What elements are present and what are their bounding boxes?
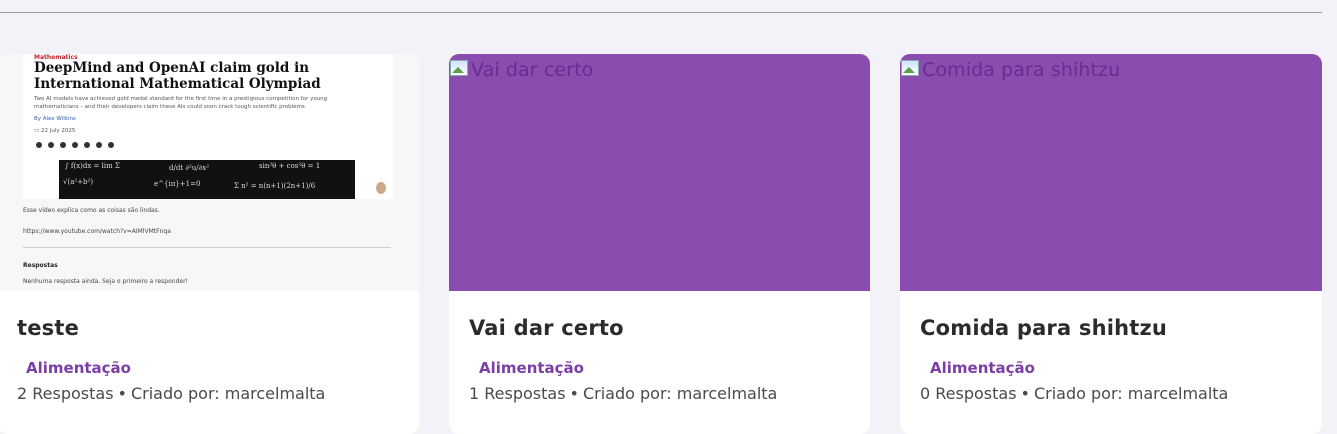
empty-responses: Nenhuma resposta ainda. Seja o primeiro …: [23, 278, 188, 285]
reddit-icon: [84, 142, 90, 148]
image-alt-text: Vai dar certo: [471, 59, 594, 81]
calendar-icon: ▭: [34, 128, 41, 134]
avatar: [376, 182, 386, 194]
responses-count: 0 Respostas: [920, 384, 1017, 403]
topic-image[interactable]: Comida para shihtzu: [900, 54, 1322, 291]
article-summary: Two AI models have achieved gold medal s…: [34, 96, 328, 110]
category-tag[interactable]: Alimentação: [26, 359, 131, 377]
blackboard-image: ∫ f(x)dx = lim Σ d/dt ∂²u/∂x² sin²θ + co…: [59, 160, 355, 199]
article-date: ▭ 22 July 2025: [34, 128, 76, 134]
topic-title[interactable]: teste: [17, 316, 79, 340]
topic-image[interactable]: Vai dar certo: [449, 54, 870, 291]
topic-meta: 0 Respostas • Criado por: marcelmalta: [920, 384, 1229, 403]
category-tag[interactable]: Alimentação: [479, 359, 584, 377]
category-tag[interactable]: Alimentação: [930, 359, 1035, 377]
image-alt-text: Comida para shihtzu: [922, 59, 1121, 81]
topic-card[interactable]: Mathematics DeepMind and OpenAI claim go…: [0, 54, 419, 434]
share-icons: [36, 142, 114, 148]
email-icon: [96, 142, 102, 148]
topic-card[interactable]: Comida para shihtzu Comida para shihtzu …: [900, 54, 1322, 434]
top-divider: [0, 12, 1322, 13]
whatsapp-icon: [60, 142, 66, 148]
responses-heading: Respostas: [23, 262, 58, 269]
article-headline: DeepMind and OpenAI claim gold in Intern…: [34, 60, 321, 92]
topic-meta: 1 Respostas • Criado por: marcelmalta: [469, 384, 778, 403]
facebook-icon: [36, 142, 42, 148]
created-by: Criado por: marcelmalta: [130, 384, 326, 403]
description-line: Esse vídeo explica como as coisas são li…: [23, 207, 160, 214]
broken-image-icon: [900, 58, 920, 78]
topic-card[interactable]: Vai dar certo Vai dar certo Alimentação …: [449, 54, 870, 434]
responses-count: 2 Respostas: [17, 384, 114, 403]
responses-count: 1 Respostas: [469, 384, 566, 403]
topic-thumbnail[interactable]: Mathematics DeepMind and OpenAI claim go…: [0, 54, 419, 291]
article-byline: By Alex Wilkins: [34, 116, 76, 122]
topic-meta: 2 Respostas • Criado por: marcelmalta: [17, 384, 326, 403]
topic-title[interactable]: Comida para shihtzu: [920, 316, 1167, 340]
broken-image-icon: [449, 58, 469, 78]
x-icon: [48, 142, 54, 148]
topic-title[interactable]: Vai dar certo: [469, 316, 624, 340]
link-line: https://www.youtube.com/watch?v=AIMlVMtF…: [23, 228, 171, 235]
created-by: Criado por: marcelmalta: [1033, 384, 1229, 403]
linkedin-icon: [72, 142, 78, 148]
created-by: Criado por: marcelmalta: [582, 384, 778, 403]
divider: [23, 247, 391, 248]
link-icon: [108, 142, 114, 148]
